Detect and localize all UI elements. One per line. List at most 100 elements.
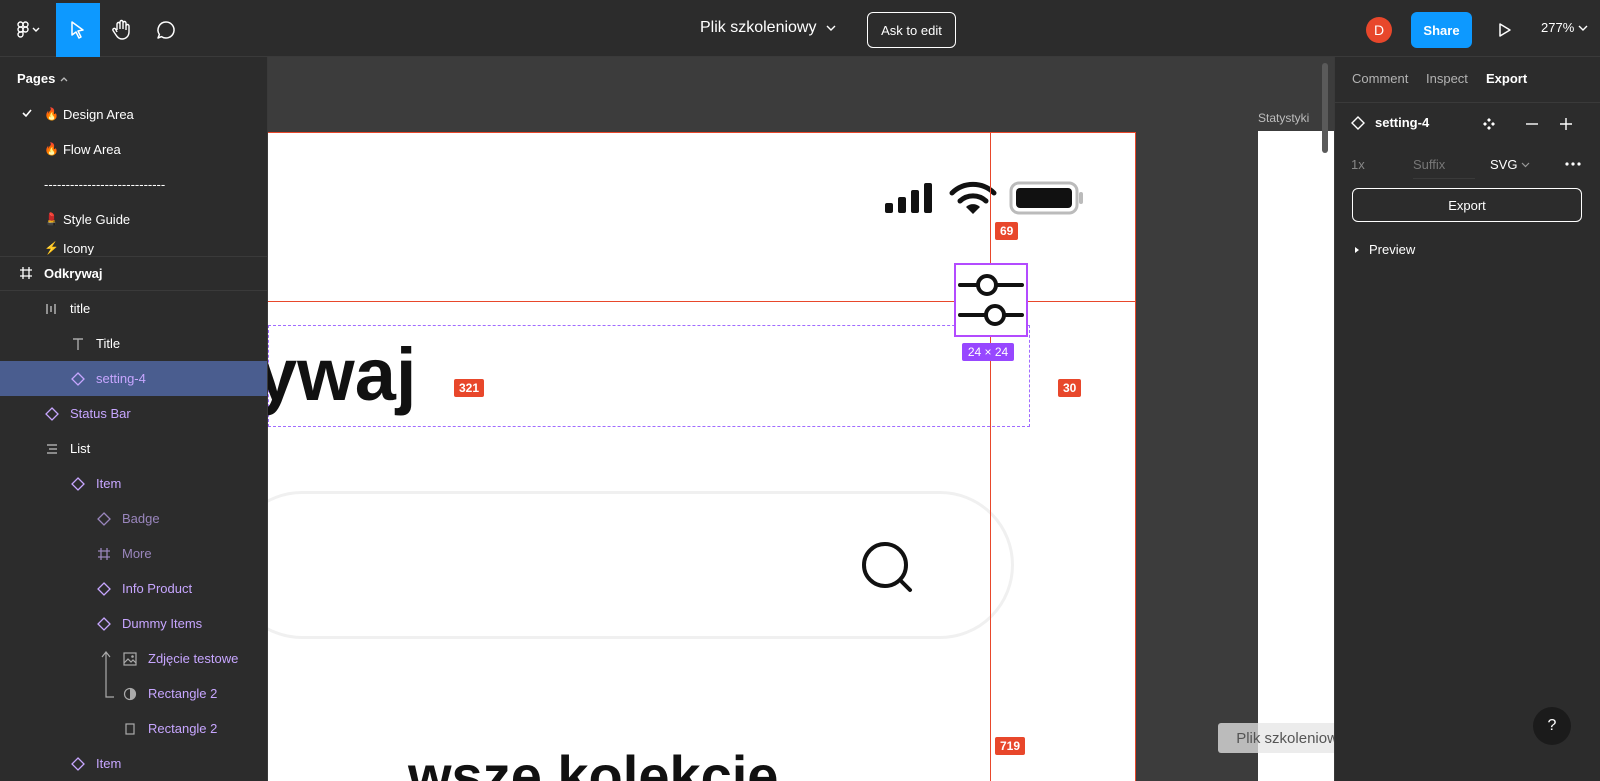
page-emoji: 🔥 <box>44 107 59 121</box>
selected-layer: setting-4 <box>1351 115 1429 130</box>
layer-status-bar[interactable]: Status Bar <box>0 396 267 431</box>
add-export-button[interactable] <box>1557 115 1575 133</box>
canvas[interactable]: ywaj wsze kolekcje 24 × 24 69 321 30 719 <box>268 57 1334 781</box>
page-label: Style Guide <box>62 211 131 227</box>
page-label: Design Area <box>62 106 134 122</box>
setting-4-instance[interactable] <box>954 263 1028 337</box>
main-menu-button[interactable] <box>8 3 50 57</box>
search-field[interactable] <box>268 491 1014 639</box>
chevron-down-icon <box>826 25 836 31</box>
suffix-input[interactable]: Suffix <box>1413 153 1475 179</box>
frame-label-statystyki[interactable]: Statystyki <box>1258 111 1309 125</box>
go-to-main-component-button[interactable] <box>1480 115 1498 133</box>
cursor-icon <box>71 21 84 39</box>
page-label: Flow Area <box>62 141 121 157</box>
page-emoji: 💄 <box>44 212 59 226</box>
layer-badge[interactable]: Badge <box>0 501 267 536</box>
export-settings-row: 1x Suffix SVG <box>1351 153 1585 179</box>
page-emoji: ⚡ <box>44 241 59 255</box>
format-value: SVG <box>1490 157 1518 172</box>
layer-info-product[interactable]: Info Product <box>0 571 267 606</box>
frame-icon <box>19 266 33 280</box>
layer-label: Badge <box>122 511 160 526</box>
component-instance-icon <box>97 511 111 526</box>
move-tool-button[interactable] <box>56 3 100 57</box>
comment-tool-button[interactable] <box>146 3 186 57</box>
layer-label: Info Product <box>122 581 193 596</box>
scale-select[interactable]: 1x <box>1351 157 1365 172</box>
component-instance-icon <box>71 371 85 386</box>
share-button[interactable]: Share <box>1411 12 1472 48</box>
frame-statystyki[interactable] <box>1258 131 1334 781</box>
component-instance-icon <box>1351 115 1365 130</box>
screen-title: ywaj <box>268 333 417 416</box>
layer-zdjecie-testowe[interactable]: Zdjęcie testowe <box>0 641 267 698</box>
mask-icon <box>123 687 137 701</box>
hand-tool-button[interactable] <box>102 3 142 57</box>
layer-title-text[interactable]: Title <box>0 326 267 361</box>
preview-toggle[interactable]: Preview <box>1353 242 1415 257</box>
page-item-design-area[interactable]: 🔥 Design Area <box>0 97 267 131</box>
export-button[interactable]: Export <box>1352 188 1582 222</box>
measure-left: 321 <box>454 379 485 397</box>
settings-sliders-icon <box>958 274 1024 326</box>
layer-title[interactable]: title <box>0 291 267 326</box>
window-tooltip: Plik szkoleniowy – Figma <box>1218 723 1334 753</box>
pages-header[interactable]: Pages <box>17 71 69 86</box>
layer-setting-4[interactable]: setting-4 <box>0 361 267 396</box>
page-item-separator[interactable]: ---------------------------- <box>0 167 267 201</box>
caret-right-icon <box>1355 246 1359 253</box>
status-bar <box>883 181 1085 215</box>
search-icon <box>862 542 912 592</box>
hand-icon <box>112 19 130 40</box>
measure-bottom: 719 <box>995 737 1026 755</box>
check-icon <box>22 109 32 118</box>
file-title-text: Plik szkoleniowy <box>700 19 817 36</box>
canvas-scrollbar[interactable] <box>1322 63 1328 153</box>
page-item-style-guide[interactable]: 💄 Style Guide <box>0 202 267 236</box>
chevron-up-icon <box>60 76 68 81</box>
layer-label: Rectangle 2 <box>148 686 218 701</box>
inspector-tabs: Comment Inspect Export <box>1335 57 1600 103</box>
layer-rectangle-2-mask[interactable]: Rectangle 2 <box>0 676 267 711</box>
layer-item[interactable]: Item <box>0 466 267 501</box>
signal-icon <box>885 183 932 213</box>
present-button[interactable] <box>1493 17 1517 43</box>
more-options-button[interactable] <box>1564 155 1582 178</box>
layer-frame-odkrywaj[interactable]: Odkrywaj <box>0 256 267 291</box>
zoom-menu[interactable]: 277% <box>1541 20 1588 35</box>
ask-to-edit-button[interactable]: Ask to edit <box>867 12 956 48</box>
format-select[interactable]: SVG <box>1490 157 1530 172</box>
layer-dummy-items[interactable]: Dummy Items <box>0 606 267 641</box>
measure-guide-vertical <box>990 132 991 781</box>
file-title[interactable]: Plik szkoleniowy <box>700 19 836 37</box>
layer-item-2[interactable]: Item <box>0 746 267 781</box>
comment-icon <box>157 21 175 39</box>
figma-logo-icon <box>17 21 40 38</box>
zoom-level: 277% <box>1541 20 1575 35</box>
tab-comment[interactable]: Comment <box>1352 71 1408 86</box>
selected-layer-name: setting-4 <box>1375 115 1430 130</box>
rectangle-icon <box>123 722 137 736</box>
page-item-flow-area[interactable]: 🔥 Flow Area <box>0 132 267 166</box>
section-heading: wsze kolekcje <box>408 744 779 781</box>
remove-export-button[interactable] <box>1523 115 1541 133</box>
layer-label: List <box>70 441 91 456</box>
measure-top: 69 <box>995 222 1019 240</box>
component-instance-icon <box>71 476 85 491</box>
plus-icon <box>1560 118 1572 130</box>
layer-rectangle-2[interactable]: Rectangle 2 <box>0 711 267 746</box>
layer-more[interactable]: More <box>0 536 267 571</box>
layer-list[interactable]: List <box>0 431 267 466</box>
tab-export[interactable]: Export <box>1486 71 1527 86</box>
page-item-icony[interactable]: ⚡ Icony <box>0 233 267 255</box>
size-badge: 24 × 24 <box>962 343 1014 361</box>
help-button[interactable]: ? <box>1533 707 1571 745</box>
layer-label: Zdjęcie testowe <box>148 651 239 666</box>
toolbar: Plik szkoleniowy Ask to edit D Share 277… <box>0 0 1600 57</box>
tab-inspect[interactable]: Inspect <box>1426 71 1468 86</box>
image-icon <box>123 651 137 666</box>
layer-label: More <box>122 546 152 561</box>
component-instance-icon <box>71 756 85 771</box>
avatar[interactable]: D <box>1366 17 1392 43</box>
